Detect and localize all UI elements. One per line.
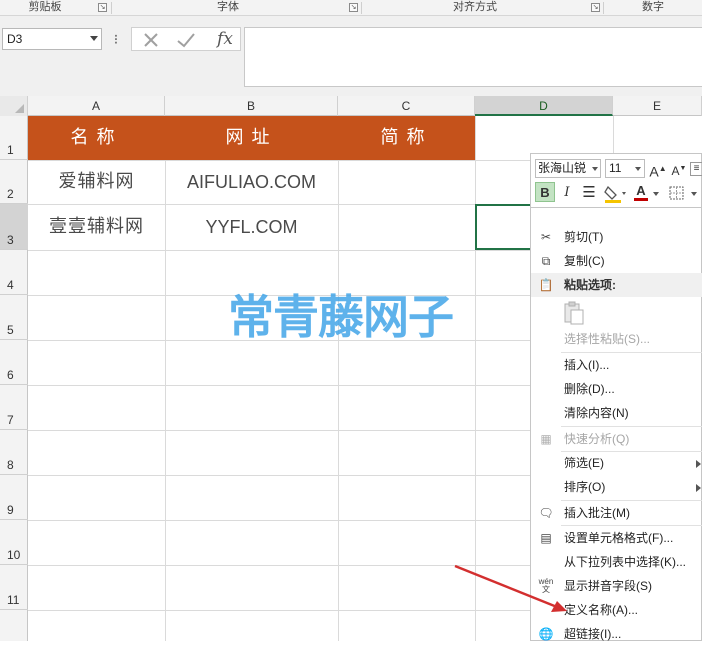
font-launcher-icon[interactable]: ↘ xyxy=(349,3,358,12)
menu-item-define-name[interactable]: 定义名称(A)... xyxy=(531,598,702,622)
menu-item-copy[interactable]: ⧉ 复制(C) xyxy=(531,249,702,273)
row-header-7[interactable]: 7 xyxy=(0,385,28,430)
row-header-2[interactable]: 2 xyxy=(0,160,28,204)
name-box[interactable]: D3 xyxy=(2,28,102,50)
borders-icon[interactable] xyxy=(669,186,685,200)
context-menu: ✂ 剪切(T) ⧉ 复制(C) 📋 粘贴选项: 选择性粘贴(S)... 插入(I… xyxy=(530,208,702,641)
table-header-abbr[interactable]: 简称 xyxy=(338,116,475,160)
menu-item-paste-special[interactable]: 选择性粘贴(S)... xyxy=(531,327,702,351)
table-cell[interactable]: AIFULIAO.COM xyxy=(165,160,338,204)
chevron-right-icon xyxy=(696,460,701,468)
column-header-d[interactable]: D xyxy=(475,96,613,116)
column-header-a[interactable]: A xyxy=(28,96,165,116)
font-color-icon[interactable]: A xyxy=(631,181,651,201)
formula-input[interactable] xyxy=(244,27,702,87)
name-box-value: D3 xyxy=(7,32,23,46)
table-cell[interactable]: 爱辅料网 xyxy=(28,160,165,204)
row-header-11[interactable]: 11 xyxy=(0,565,28,610)
menu-section-paste-options: 📋 粘贴选项: xyxy=(531,273,702,297)
chevron-down-icon[interactable] xyxy=(90,36,98,41)
table-header-url[interactable]: 网址 xyxy=(165,116,338,160)
format-cells-icon: ▤ xyxy=(540,531,552,545)
grid-line xyxy=(475,116,476,641)
table-cell[interactable]: YYFL.COM xyxy=(165,205,338,249)
quick-analysis-icon: ▦ xyxy=(540,432,552,446)
enter-check-icon[interactable] xyxy=(176,31,196,49)
chevron-down-icon[interactable] xyxy=(635,167,641,171)
ribbon-group-alignment: 对齐方式 xyxy=(453,1,497,13)
table-header-name[interactable]: 名称 xyxy=(28,116,165,160)
ribbon-group-number: 数字 xyxy=(642,1,664,13)
formula-bar: D3 ⁝ fx xyxy=(0,16,702,96)
row-header-9[interactable]: 9 xyxy=(0,475,28,520)
italic-button[interactable]: I xyxy=(557,183,577,203)
alignment-launcher-icon[interactable]: ↘ xyxy=(591,3,600,12)
row-header-1[interactable]: 1 xyxy=(0,116,28,160)
row-header-column: 1 2 3 4 5 6 7 8 9 10 11 xyxy=(0,116,28,641)
table-cell[interactable]: 壹壹辅料网 xyxy=(28,205,165,249)
formula-buttons: fx xyxy=(131,27,241,51)
select-all-button[interactable] xyxy=(0,96,28,116)
column-header-b[interactable]: B xyxy=(165,96,338,116)
phonetic-icon: wén 文 xyxy=(538,577,554,594)
align-center-icon[interactable]: ☰ xyxy=(579,183,599,203)
row-header-6[interactable]: 6 xyxy=(0,340,28,385)
menu-item-cut[interactable]: ✂ 剪切(T) xyxy=(531,225,702,249)
grow-font-icon[interactable]: A▲ xyxy=(648,159,668,180)
cancel-icon[interactable] xyxy=(142,31,160,49)
chevron-down-icon[interactable] xyxy=(592,167,598,171)
copy-icon: ⧉ xyxy=(541,254,551,268)
hyperlink-icon: 🌐 xyxy=(538,627,554,641)
menu-item-pick-from-list[interactable]: 从下拉列表中选择(K)... xyxy=(531,550,702,574)
more-options-icon[interactable]: ⁝ xyxy=(111,31,121,47)
select-all-triangle-icon xyxy=(15,104,24,113)
insert-function-icon[interactable]: fx xyxy=(212,28,238,50)
menu-item-filter[interactable]: 筛选(E) xyxy=(531,451,702,475)
menu-item-insert-comment[interactable]: 🗨 插入批注(M) xyxy=(531,501,702,525)
chevron-right-icon xyxy=(696,484,701,492)
shrink-font-icon[interactable]: A▼ xyxy=(669,159,689,179)
scissors-icon: ✂ xyxy=(540,230,552,244)
column-header-e[interactable]: E xyxy=(613,96,702,116)
menu-item-hyperlink[interactable]: 🌐 超链接(I)... xyxy=(531,622,702,646)
clipboard-launcher-icon[interactable]: ↘ xyxy=(98,3,107,12)
mini-toolbar: 张海山锐 11 A▲ A▼ ≡ B I ☰ A xyxy=(530,153,702,208)
chevron-down-icon[interactable] xyxy=(653,192,659,196)
row-header-8[interactable]: 8 xyxy=(0,430,28,475)
ribbon-group-clipboard: 剪贴板 xyxy=(28,1,62,13)
font-size-select[interactable]: 11 xyxy=(605,159,645,178)
row-header-5[interactable]: 5 xyxy=(0,295,28,340)
comment-icon: 🗨 xyxy=(538,506,554,520)
ribbon-group-labels: 剪贴板 ↘ 字体 ↘ 对齐方式 ↘ 数字 xyxy=(0,0,702,16)
paste-option-icon[interactable] xyxy=(563,300,585,326)
ribbon-group-font: 字体 xyxy=(217,1,239,13)
table-cell[interactable] xyxy=(338,160,475,204)
menu-item-quick-analysis[interactable]: ▦ 快速分析(Q) xyxy=(531,427,702,451)
column-header-row: A B C D E xyxy=(0,96,702,116)
menu-item-show-phonetic[interactable]: wén 文 显示拼音字段(S) xyxy=(531,574,702,598)
chevron-down-icon[interactable] xyxy=(691,192,697,196)
menu-item-format-cells[interactable]: ▤ 设置单元格格式(F)... xyxy=(531,526,702,550)
bold-button[interactable]: B xyxy=(535,182,555,202)
format-painter-icon[interactable]: ≡ xyxy=(690,162,702,176)
row-header-4[interactable]: 4 xyxy=(0,250,28,295)
menu-item-insert[interactable]: 插入(I)... xyxy=(531,353,702,377)
menu-item-clear-contents[interactable]: 清除内容(N) xyxy=(531,401,702,425)
fill-color-icon[interactable] xyxy=(603,184,627,204)
row-header-3[interactable]: 3 xyxy=(0,204,28,250)
font-color-bar xyxy=(634,198,648,201)
menu-item-sort[interactable]: 排序(O) xyxy=(531,475,702,499)
paste-icon: 📋 xyxy=(538,278,554,292)
font-name-select[interactable]: 张海山锐 xyxy=(535,159,601,178)
row-header-10[interactable]: 10 xyxy=(0,520,28,565)
table-cell[interactable] xyxy=(338,205,475,249)
watermark-text: 常青藤网子 xyxy=(228,291,454,343)
menu-item-delete[interactable]: 删除(D)... xyxy=(531,377,702,401)
column-header-c[interactable]: C xyxy=(338,96,475,116)
